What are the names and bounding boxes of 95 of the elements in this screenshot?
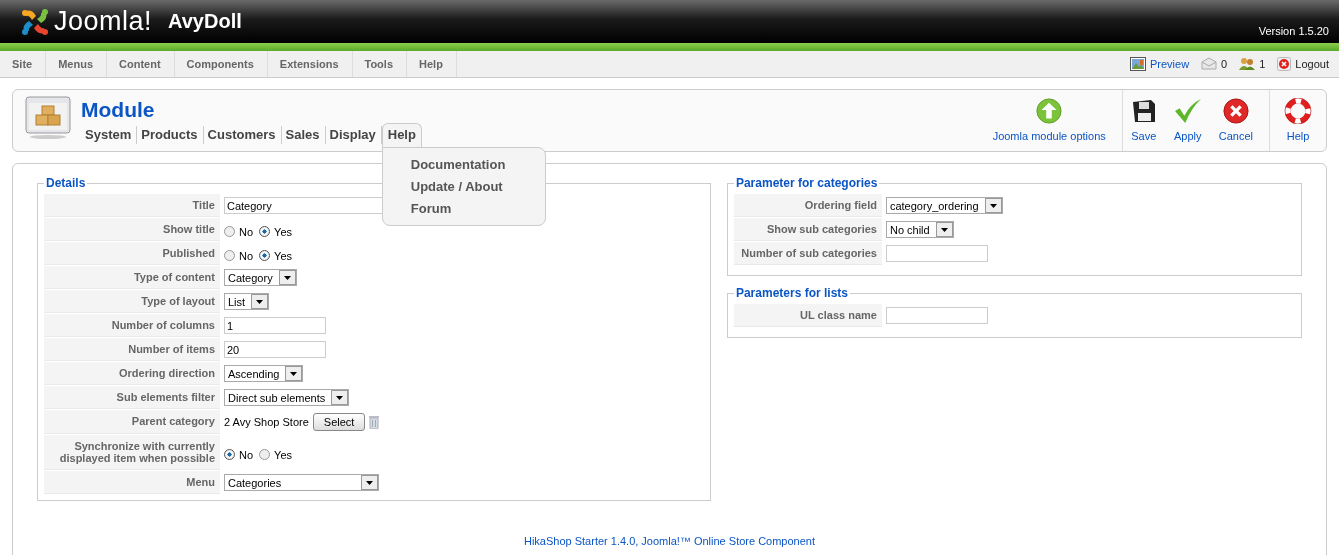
radio-button[interactable] [224,449,235,460]
menu-item[interactable]: Extensions [267,51,353,77]
picture-frame-icon [1129,57,1146,71]
lifebuoy-icon [1284,98,1312,124]
menu-item[interactable]: Components [174,51,268,77]
toolbar-button[interactable]: Cancel [1210,90,1270,151]
status-label: 0 [1221,58,1228,70]
page-title: Module [81,98,156,122]
text-field[interactable] [885,307,988,324]
select-field[interactable]: No child [885,221,954,238]
subnav-tab[interactable]: Sales [281,126,326,144]
caret-icon [331,390,349,405]
field-label: Synchronize with currently displayed item when possible [44,435,220,470]
field-value: 2 Avy Shop Store [224,416,309,428]
caret-icon [361,475,378,490]
cancel-icon [1221,98,1250,124]
boxes-icon [25,96,71,140]
select-field[interactable]: Categories [224,474,379,491]
dropdown-item[interactable]: Forum [410,201,545,216]
menu-item[interactable]: Tools [352,51,407,77]
logout-icon [1277,57,1292,71]
field-label: Published [44,242,220,265]
caret-icon [278,270,296,285]
radio-option[interactable]: No [224,225,254,238]
field-label: Show title [44,218,220,241]
site-name: AvyDoll [168,10,242,33]
trash-icon[interactable] [369,415,380,429]
field-label: Number of items [44,338,220,361]
menu-item[interactable]: Content [107,51,175,77]
text-field[interactable]: 1 [224,317,326,334]
status-label: 1 [1259,58,1266,70]
radio-button[interactable] [259,226,271,237]
radio-label: Yes [274,249,292,262]
field-label: Parent category [44,410,220,434]
select-field[interactable]: List [224,293,270,310]
text-field[interactable] [885,245,988,262]
menu-item[interactable]: Menus [46,51,108,77]
field-label: Type of content [44,266,220,289]
field-label: Number of sub categories [733,242,882,265]
radio-label: No [239,448,254,461]
footer-link[interactable]: HikaShop Starter 1.4.0, Joomla!™ Online Store Component [37,535,1302,547]
radio-label: No [239,249,254,262]
subnav-tab[interactable]: Display [325,126,382,144]
toolbar-button[interactable]: Joomla module options [984,90,1123,151]
status-label[interactable]: Preview [1149,58,1190,70]
subnav-tab[interactable]: System [81,126,138,144]
select-field[interactable]: Direct sub elements [224,389,350,406]
fieldset-legend: Parameter for categories [733,176,880,190]
radio-button[interactable] [259,449,271,460]
caret-icon [984,198,1002,213]
radio-option[interactable]: Yes [259,448,292,461]
radio-label: Yes [274,448,292,461]
radio-option[interactable]: Yes [259,225,292,238]
field-label: Type of layout [44,290,220,313]
subnav-tab[interactable]: Products [137,126,204,144]
field-label: Ordering direction [44,362,220,385]
fieldset-legend: Parameters for lists [733,286,850,300]
field-label: Show sub categories [733,218,882,241]
text-field[interactable]: 20 [224,341,326,358]
logo-icon [20,6,50,37]
radio-option[interactable]: No [224,249,254,262]
field-label: UL class name [733,304,882,327]
version-text: Version 1.5.20 [1258,25,1329,37]
select-button[interactable]: Select [312,413,366,431]
select-field[interactable]: Ascending [224,365,304,382]
toolbar-button[interactable]: Apply [1164,90,1211,151]
caret-icon [935,222,953,237]
users-icon [1239,57,1256,71]
menu-item[interactable]: Help [407,51,457,77]
field-label: Sub elements filter [44,386,220,409]
radio-label: No [239,225,254,238]
field-label: Number of columns [44,314,220,337]
logo-text: Joomla! [54,6,153,37]
caret-icon [285,366,303,381]
caret-icon [251,294,269,309]
radio-button[interactable] [259,250,271,261]
menu-item[interactable]: Site [0,51,47,77]
fieldset-legend: Details [44,176,88,190]
toolbar-button[interactable]: Help [1270,90,1320,151]
envelope-icon [1201,57,1218,71]
radio-label: Yes [274,225,292,238]
select-field[interactable]: Category [224,269,297,286]
field-label: Title [44,194,220,217]
subnav-tab[interactable]: Customers [203,126,282,144]
field-label: Menu [44,471,220,494]
dropdown-item[interactable]: Update / About [410,179,545,194]
radio-option[interactable]: Yes [259,249,292,262]
radio-button[interactable] [224,250,235,261]
dropdown-item[interactable]: Documentation [410,157,545,172]
field-label: Ordering field [733,194,882,217]
toolbar-button[interactable]: Save [1122,90,1165,151]
status-label[interactable]: Logout [1295,58,1329,70]
select-field[interactable]: category_ordering [885,197,1003,214]
radio-button[interactable] [224,226,235,237]
radio-option[interactable]: No [224,448,254,461]
